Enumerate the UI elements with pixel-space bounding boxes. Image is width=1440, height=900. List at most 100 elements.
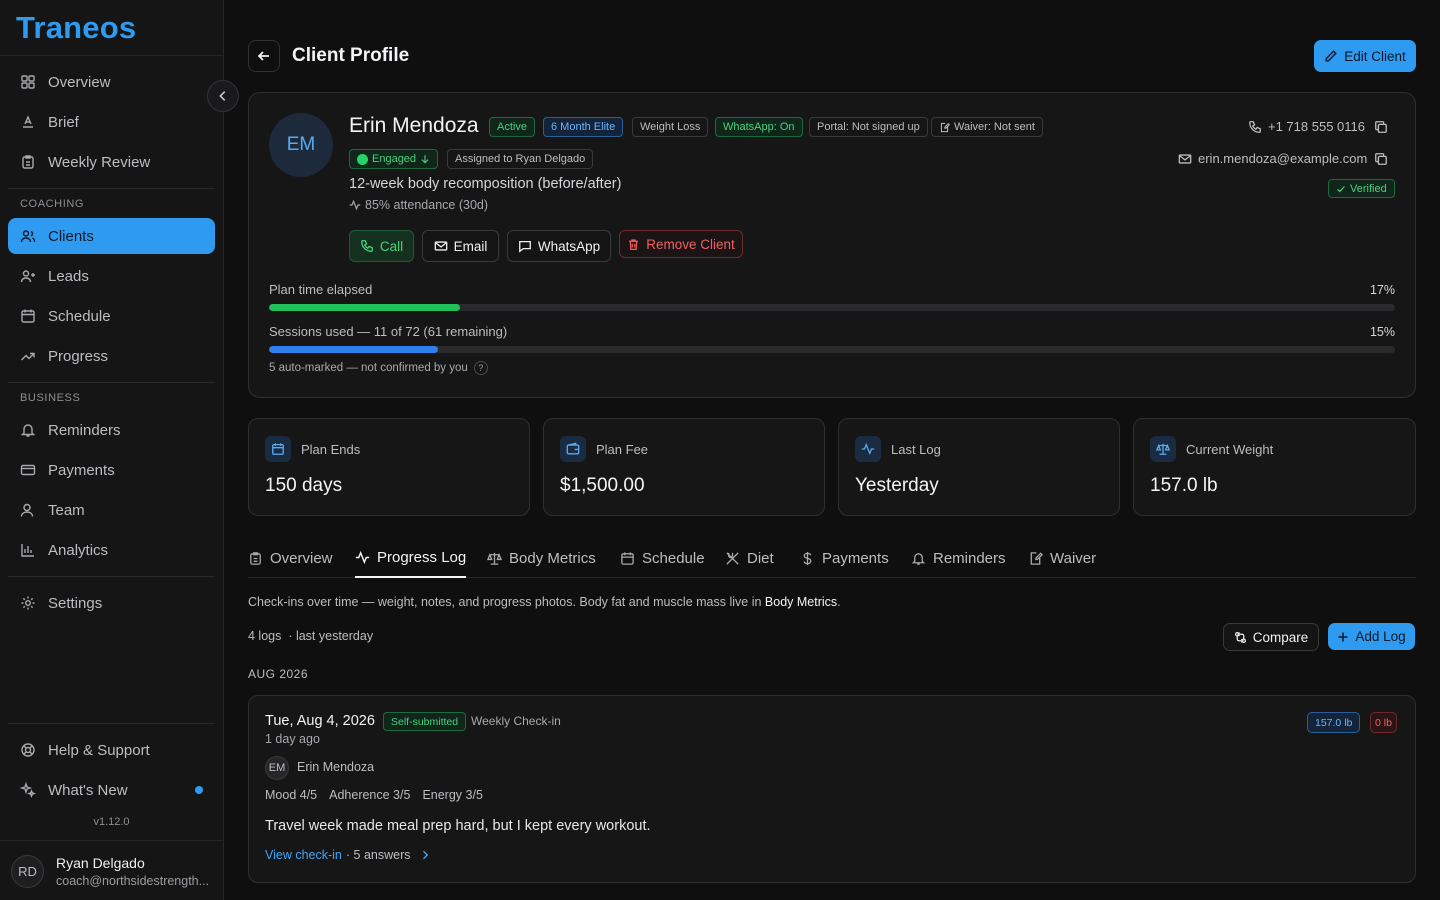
body-metrics-link[interactable]: Body Metrics	[765, 595, 837, 609]
client-phone[interactable]: +1 718 555 0116	[1248, 119, 1365, 134]
remove-client-button[interactable]: Remove Client	[619, 230, 743, 258]
profile-tabs: Overview Progress Log Body Metrics Sched…	[248, 538, 1416, 578]
mail-icon	[1178, 153, 1192, 164]
back-button[interactable]	[248, 40, 280, 72]
sidebar-item-overview[interactable]: Overview	[8, 64, 215, 100]
trash-icon	[629, 238, 639, 250]
tab-label: Overview	[270, 549, 333, 567]
log-author: Erin Mendoza	[297, 760, 375, 774]
view-check-in-label[interactable]: View check-in	[265, 848, 342, 862]
tab-body-metrics[interactable]: Body Metrics	[487, 538, 596, 578]
app-logo[interactable]: Traneos	[16, 10, 136, 46]
tab-label: Reminders	[933, 549, 1006, 567]
pencil-icon	[1325, 50, 1338, 62]
sidebar-item-help[interactable]: Help & Support	[8, 732, 215, 768]
sessions-progress-fill	[269, 346, 438, 353]
help-icon[interactable]: ?	[473, 361, 488, 375]
sidebar-item-analytics[interactable]: Analytics	[8, 532, 215, 568]
description-end: .	[837, 595, 841, 609]
sidebar-item-label: Clients	[48, 227, 94, 245]
tab-payments[interactable]: Payments	[800, 538, 889, 578]
sidebar-item-label: Brief	[48, 113, 79, 131]
chevron-left-icon	[219, 91, 226, 101]
sidebar-item-reminders[interactable]: Reminders	[8, 412, 215, 448]
sidebar-item-weekly-review[interactable]: Weekly Review	[8, 144, 215, 180]
sidebar-item-label: What's New	[48, 781, 128, 799]
sidebar-item-label: Settings	[48, 594, 103, 612]
tab-reminders[interactable]: Reminders	[911, 538, 1006, 578]
compare-button[interactable]: Compare	[1223, 623, 1319, 651]
tab-label: Waiver	[1050, 549, 1097, 567]
sidebar-item-leads[interactable]: Leads	[8, 258, 215, 294]
app-version: v1.12.0	[93, 816, 130, 828]
sidebar-item-settings[interactable]: Settings	[8, 585, 215, 621]
tab-waiver[interactable]: Waiver	[1028, 538, 1096, 578]
engaged-dot-icon	[357, 153, 368, 165]
rating-energy: Energy 3/5	[422, 788, 483, 802]
user-profile[interactable]: RD Ryan Delgado coach@northsidestrength.…	[0, 840, 223, 900]
team-icon	[20, 503, 34, 517]
dollar-icon	[803, 551, 812, 565]
user-name: Ryan Delgado	[56, 855, 145, 871]
description-text: Check-ins over time — weight, notes, and…	[248, 595, 765, 609]
whatsapp-button[interactable]: WhatsApp	[507, 230, 611, 262]
last-log-label: · last yesterday	[288, 629, 374, 643]
sidebar-item-brief[interactable]: Brief	[8, 104, 215, 140]
sidebar-item-schedule[interactable]: Schedule	[8, 298, 215, 334]
card-icon	[20, 464, 36, 476]
author-avatar: EM	[265, 756, 289, 780]
sidebar-item-label: Overview	[48, 73, 111, 91]
stat-label: Plan Fee	[596, 442, 649, 457]
sidebar-item-label: Help & Support	[48, 741, 150, 759]
tab-schedule[interactable]: Schedule	[620, 538, 705, 578]
sessions-progress-label: Sessions used — 11 of 72 (61 remaining)	[269, 324, 508, 339]
copy-email-icon[interactable]	[1374, 152, 1388, 166]
sidebar-item-team[interactable]: Team	[8, 492, 215, 528]
sidebar-item-label: Team	[48, 501, 85, 519]
auto-marked-label: 5 auto-marked — not confirmed by you	[269, 362, 468, 374]
sidebar-item-progress[interactable]: Progress	[8, 338, 215, 374]
log-count-label: 4 logs	[248, 629, 282, 643]
client-email[interactable]: erin.mendoza@example.com	[1178, 151, 1367, 166]
log-relative-time: 1 day ago	[265, 732, 320, 746]
scale-icon	[487, 552, 502, 565]
compare-label: Compare	[1252, 629, 1309, 645]
engagement-badge[interactable]: Engaged	[349, 149, 439, 169]
add-log-label: Add Log	[1355, 629, 1406, 644]
tab-diet[interactable]: Diet	[725, 538, 774, 578]
tab-overview[interactable]: Overview	[248, 538, 333, 578]
stat-card-plan-ends: Plan Ends 150 days	[248, 418, 530, 516]
rating-adherence: Adherence 3/5	[329, 788, 411, 802]
tab-progress-log[interactable]: Progress Log	[355, 538, 467, 578]
divider	[8, 382, 215, 383]
sidebar-item-clients[interactable]: Clients	[8, 218, 215, 254]
assigned-badge: Assigned to Ryan Delgado	[447, 149, 594, 169]
stat-value: Yesterday	[855, 475, 939, 496]
arrow-down-icon	[421, 155, 429, 164]
waiver-badge-label: Waiver: Not sent	[954, 121, 1035, 133]
waiver-badge: Waiver: Not sent	[931, 117, 1043, 137]
tab-label: Diet	[747, 549, 774, 567]
mail-icon	[434, 241, 447, 251]
collapse-sidebar-button[interactable]	[207, 80, 239, 112]
compare-icon	[1234, 631, 1246, 643]
call-button[interactable]: Call	[349, 230, 414, 262]
user-plus-icon	[20, 270, 35, 283]
sidebar-item-payments[interactable]: Payments	[8, 452, 215, 488]
client-name: Erin Mendoza	[349, 114, 479, 137]
plan-progress-label: Plan time elapsed	[269, 282, 373, 297]
view-check-in-link[interactable]: View check-in · 5 answers	[265, 848, 431, 862]
sessions-progress-bar	[269, 346, 1395, 353]
avatar: RD	[11, 855, 44, 888]
add-log-button[interactable]: Add Log	[1328, 623, 1415, 650]
bell-icon	[911, 552, 926, 565]
tab-label: Body Metrics	[509, 549, 596, 567]
email-button[interactable]: Email	[422, 230, 499, 262]
call-label: Call	[379, 238, 404, 254]
plan-progress-percent: 17%	[1369, 283, 1395, 297]
edit-client-button[interactable]: Edit Client	[1314, 40, 1416, 72]
copy-phone-icon[interactable]	[1374, 120, 1388, 134]
verified-badge: Verified	[1328, 179, 1395, 198]
sparkles-icon	[20, 782, 36, 798]
sidebar-item-whats-new[interactable]: What's New	[8, 772, 215, 808]
